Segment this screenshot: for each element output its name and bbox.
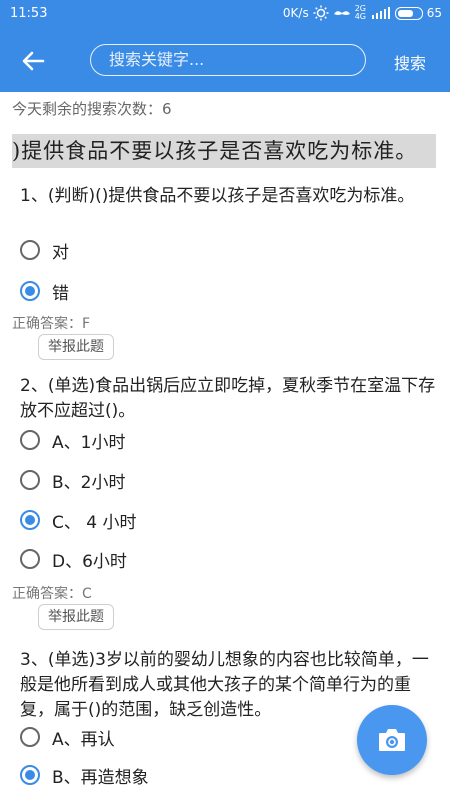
status-time: 11:53 <box>10 6 48 21</box>
option[interactable]: B、再造想象 <box>20 760 149 790</box>
radio-button[interactable] <box>20 470 40 490</box>
camera-icon <box>379 729 405 751</box>
remaining-searches: 今天剩余的搜索次数：6 <box>12 100 172 118</box>
search-input[interactable]: 搜索关键字... <box>90 44 366 76</box>
network-speed: 0K/s <box>282 6 309 20</box>
option-label: B、再造想象 <box>52 767 149 788</box>
battery-icon <box>394 6 423 20</box>
app-bar: 搜索关键字... 搜索 <box>0 30 450 92</box>
option[interactable]: A、1小时 <box>20 425 125 455</box>
option[interactable]: 对 <box>20 235 69 265</box>
mustache-icon <box>333 11 350 15</box>
signal-icon <box>371 7 390 19</box>
option-label: B、2小时 <box>52 472 126 493</box>
photo-banner: )提供食品不要以孩子是否喜欢吃为标准。 <box>12 134 436 168</box>
battery-level: 65 <box>426 6 442 20</box>
report-button[interactable]: 举报此题 <box>38 604 114 630</box>
option[interactable]: A、再认 <box>20 722 115 752</box>
radio-button-checked[interactable] <box>20 765 40 785</box>
option-label: A、1小时 <box>52 432 126 453</box>
status-icons: 0K/s 2G 4G 65 <box>283 5 442 21</box>
option[interactable]: B、2小时 <box>20 465 125 495</box>
radio-button[interactable] <box>20 430 40 450</box>
option-label: 错 <box>52 283 69 304</box>
brightness-icon <box>313 5 329 21</box>
option[interactable]: D、6小时 <box>20 544 127 574</box>
radio-button[interactable] <box>20 549 40 569</box>
correct-answer: 正确答案：F <box>12 316 91 332</box>
option-label: A、再认 <box>52 729 115 750</box>
option-label: C、 4 小时 <box>52 512 137 533</box>
radio-button-checked[interactable] <box>20 281 40 301</box>
option[interactable]: 错 <box>20 276 69 306</box>
search-button[interactable]: 搜索 <box>394 50 426 74</box>
camera-fab-button[interactable] <box>357 705 427 775</box>
question-text: 2、(单选)食品出锅后应立即吃掉，夏秋季节在室温下存放不应超过()。 <box>20 376 436 421</box>
question-text: 1、(判断)()提供食品不要以孩子是否喜欢吃为标准。 <box>20 186 415 206</box>
signal-label: 2G 4G <box>354 4 367 21</box>
question-list[interactable]: 今天剩余的搜索次数：6 )提供食品不要以孩子是否喜欢吃为标准。 1、(判断)()… <box>0 92 450 800</box>
radio-button-checked[interactable] <box>20 510 40 530</box>
option-label: 对 <box>52 242 69 263</box>
back-arrow-icon[interactable] <box>18 46 48 76</box>
radio-button[interactable] <box>20 727 40 747</box>
status-bar: 11:53 0K/s 2G 4G 65 <box>0 0 450 30</box>
option[interactable]: C、 4 小时 <box>20 505 137 535</box>
correct-answer: 正确答案：C <box>12 586 92 602</box>
report-button[interactable]: 举报此题 <box>38 334 114 360</box>
radio-button[interactable] <box>20 240 40 260</box>
option-label: D、6小时 <box>52 551 127 572</box>
